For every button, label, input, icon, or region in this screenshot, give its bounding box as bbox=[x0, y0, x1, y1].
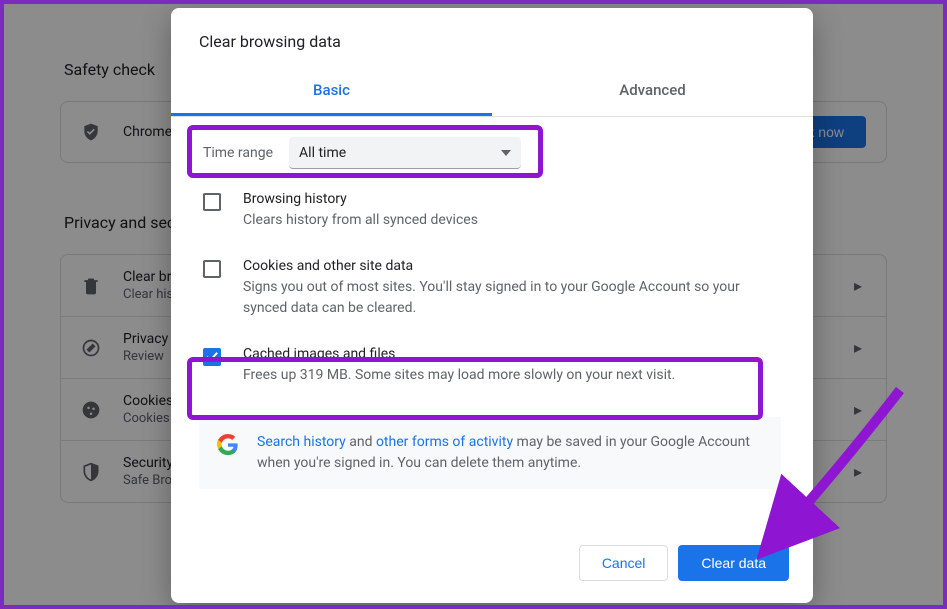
cancel-button[interactable]: Cancel bbox=[579, 545, 669, 581]
clear-data-button[interactable]: Clear data bbox=[678, 545, 789, 581]
dialog-footer: Cancel Clear data bbox=[171, 527, 813, 603]
browsing-history-row[interactable]: Browsing history Clears history from all… bbox=[195, 177, 785, 244]
browsing-history-title: Browsing history bbox=[243, 191, 781, 207]
tab-basic[interactable]: Basic bbox=[171, 69, 492, 116]
dialog-content: Time range All time Browsing history Cle… bbox=[171, 117, 813, 527]
cached-images-row[interactable]: Cached images and files Frees up 319 MB.… bbox=[195, 332, 785, 399]
cookies-checkbox[interactable] bbox=[203, 260, 221, 278]
time-range-row: Time range All time bbox=[195, 129, 785, 177]
chevron-down-icon bbox=[501, 150, 511, 156]
time-range-label: Time range bbox=[203, 145, 273, 161]
google-account-notice: Search history and other forms of activi… bbox=[199, 417, 781, 489]
google-logo-icon bbox=[217, 434, 239, 456]
cookies-title: Cookies and other site data bbox=[243, 258, 781, 274]
cached-images-checkbox[interactable] bbox=[203, 348, 221, 366]
time-range-select[interactable]: All time bbox=[289, 137, 521, 169]
cached-images-sub: Frees up 319 MB. Some sites may load mor… bbox=[243, 365, 781, 385]
cookies-row[interactable]: Cookies and other site data Signs you ou… bbox=[195, 244, 785, 332]
dialog-title: Clear browsing data bbox=[171, 8, 813, 69]
browsing-history-sub: Clears history from all synced devices bbox=[243, 210, 781, 230]
search-history-link[interactable]: Search history bbox=[257, 434, 346, 450]
browsing-history-checkbox[interactable] bbox=[203, 193, 221, 211]
dialog-tabs: Basic Advanced bbox=[171, 69, 813, 117]
cached-images-title: Cached images and files bbox=[243, 346, 781, 362]
clear-browsing-data-dialog: Clear browsing data Basic Advanced Time … bbox=[171, 8, 813, 603]
notice-text: Search history and other forms of activi… bbox=[257, 432, 763, 474]
time-range-value: All time bbox=[299, 145, 346, 161]
cookies-sub: Signs you out of most sites. You'll stay… bbox=[243, 277, 781, 318]
other-activity-link[interactable]: other forms of activity bbox=[376, 434, 513, 450]
tab-advanced[interactable]: Advanced bbox=[492, 69, 813, 116]
